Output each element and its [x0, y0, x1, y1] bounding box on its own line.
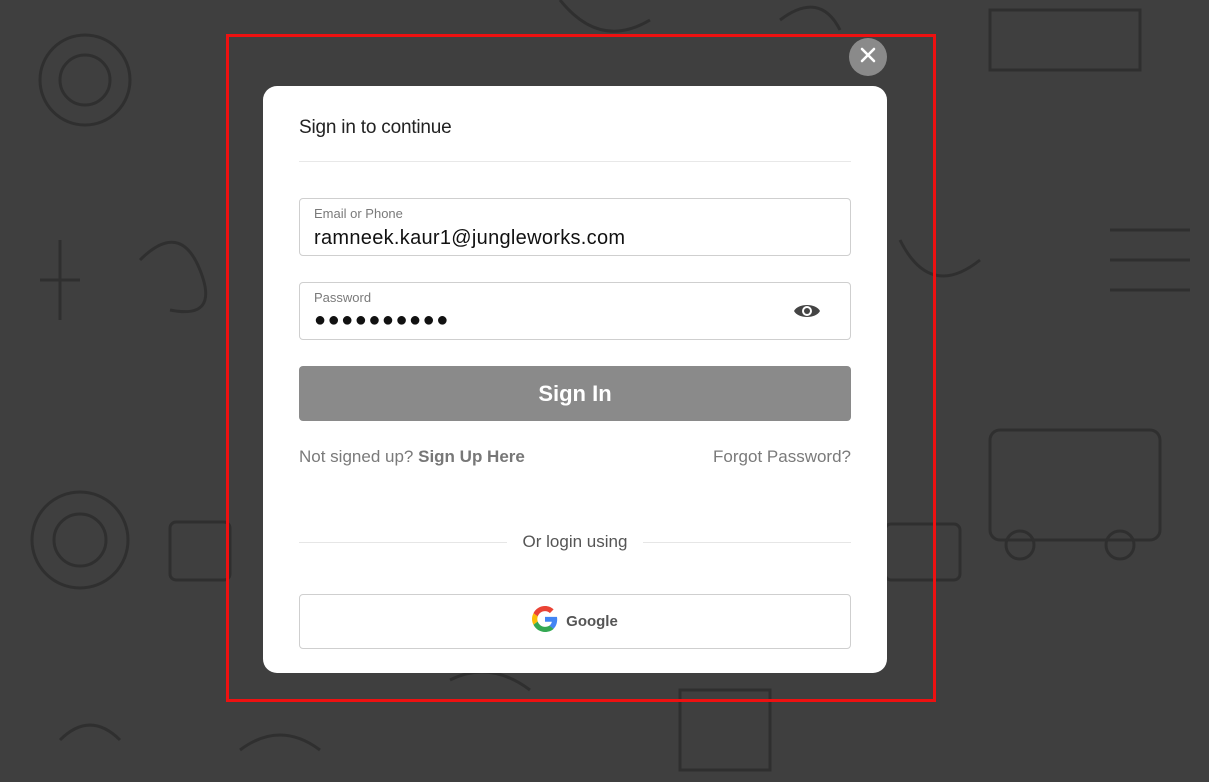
- or-line-right: [643, 542, 851, 543]
- signup-link[interactable]: Sign Up Here: [418, 447, 525, 466]
- close-button[interactable]: [849, 38, 887, 76]
- google-icon: [532, 606, 558, 637]
- signin-button[interactable]: Sign In: [299, 366, 851, 421]
- title-divider: [299, 161, 851, 162]
- password-field[interactable]: Password ●●●●●●●●●●: [299, 282, 851, 340]
- google-login-button[interactable]: Google: [299, 594, 851, 649]
- modal-title: Sign in to continue: [299, 117, 452, 138]
- password-field-label: Password: [314, 290, 372, 305]
- email-field-value[interactable]: ramneek.kaur1@jungleworks.com: [314, 227, 625, 250]
- forgot-password-link[interactable]: Forgot Password?: [713, 447, 851, 467]
- email-field[interactable]: Email or Phone ramneek.kaur1@jungleworks…: [299, 198, 851, 256]
- close-icon: [860, 47, 876, 68]
- password-field-value[interactable]: ●●●●●●●●●●: [314, 309, 450, 332]
- eye-icon[interactable]: [792, 299, 822, 323]
- email-field-label: Email or Phone: [314, 206, 403, 221]
- google-label: Google: [566, 613, 618, 630]
- signin-modal: Sign in to continue Email or Phone ramne…: [263, 86, 887, 673]
- not-signed-up-text: Not signed up?: [299, 447, 414, 466]
- not-signed-up-row: Not signed up? Sign Up Here: [299, 447, 525, 467]
- or-divider: Or login using: [299, 532, 851, 552]
